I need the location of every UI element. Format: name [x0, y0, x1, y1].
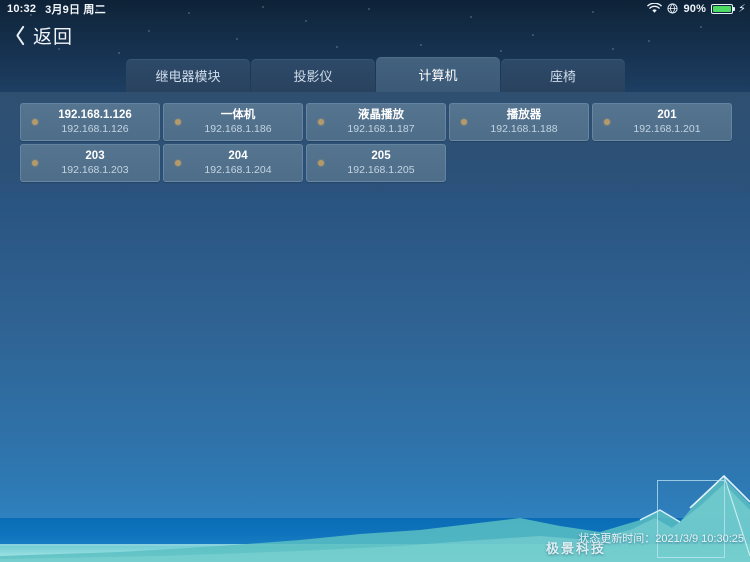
charging-plug-icon: ⚡	[738, 3, 746, 15]
status-bar-right: 90% ⚡	[647, 2, 750, 15]
back-button[interactable]: 返回	[0, 17, 750, 53]
device-ip: 192.168.1.186	[204, 123, 272, 135]
device-name: 201	[657, 109, 677, 121]
battery-percent-label: 90%	[683, 2, 707, 15]
device-name: 播放器	[506, 109, 542, 121]
status-dot-icon	[318, 119, 324, 125]
device-card[interactable]: 一体机 192.168.1.186	[163, 103, 303, 141]
status-dot-icon	[175, 119, 181, 125]
location-icon	[667, 3, 679, 14]
tab-label: 座椅	[549, 69, 576, 84]
status-date: 3月9日 周二	[45, 3, 106, 16]
back-label: 返回	[33, 26, 74, 48]
device-ip: 192.168.1.201	[633, 123, 701, 135]
app-screen: 10:32 3月9日 周二 90% ⚡ 返回 继电器模块 投影仪 计算机 座椅 …	[0, 0, 750, 562]
status-bar: 10:32 3月9日 周二 90% ⚡	[0, 0, 750, 17]
status-dot-icon	[604, 119, 610, 125]
tab-relay-module[interactable]: 继电器模块	[126, 59, 250, 92]
chevron-left-icon	[11, 24, 24, 46]
device-card[interactable]: 192.168.1.126 192.168.1.126	[20, 103, 160, 141]
battery-icon	[711, 3, 736, 14]
device-list: 192.168.1.126 192.168.1.126 一体机 192.168.…	[20, 103, 734, 182]
status-dot-icon	[461, 119, 467, 125]
device-name: 205	[371, 150, 391, 162]
device-card[interactable]: 201 192.168.1.201	[592, 103, 732, 141]
status-dot-icon	[175, 160, 181, 166]
status-update-time: 状态更新时间：2021/3/9 10:30:25	[578, 533, 744, 545]
device-name: 192.168.1.126	[58, 109, 132, 121]
device-card[interactable]: 204 192.168.1.204	[163, 144, 303, 182]
device-card[interactable]: 205 192.168.1.205	[306, 144, 446, 182]
tab-label: 投影仪	[293, 69, 333, 84]
status-dot-icon	[32, 119, 38, 125]
wifi-icon	[647, 3, 663, 14]
status-time: 10:32	[7, 2, 37, 15]
tab-projector[interactable]: 投影仪	[251, 59, 375, 92]
device-card[interactable]: 播放器 192.168.1.188	[449, 103, 589, 141]
tab-bar: 继电器模块 投影仪 计算机 座椅	[126, 57, 625, 92]
water-band	[0, 546, 750, 562]
device-ip: 192.168.1.203	[61, 164, 129, 176]
status-dot-icon	[32, 160, 38, 166]
device-name: 一体机	[220, 109, 256, 121]
device-card[interactable]: 203 192.168.1.203	[20, 144, 160, 182]
device-ip: 192.168.1.188	[490, 123, 558, 135]
device-ip: 192.168.1.187	[347, 123, 415, 135]
device-ip: 192.168.1.205	[347, 164, 415, 176]
tab-label: 计算机	[418, 68, 458, 83]
device-name: 204	[228, 150, 248, 162]
device-ip: 192.168.1.126	[61, 123, 129, 135]
device-ip: 192.168.1.204	[204, 164, 272, 176]
device-name: 203	[85, 150, 105, 162]
tab-label: 继电器模块	[155, 69, 221, 84]
device-card[interactable]: 液晶播放 192.168.1.187	[306, 103, 446, 141]
tab-seat[interactable]: 座椅	[501, 59, 625, 92]
status-bar-left: 10:32 3月9日 周二	[0, 1, 106, 17]
device-name: 液晶播放	[358, 109, 404, 121]
tab-computer[interactable]: 计算机	[376, 57, 500, 92]
status-dot-icon	[318, 160, 324, 166]
